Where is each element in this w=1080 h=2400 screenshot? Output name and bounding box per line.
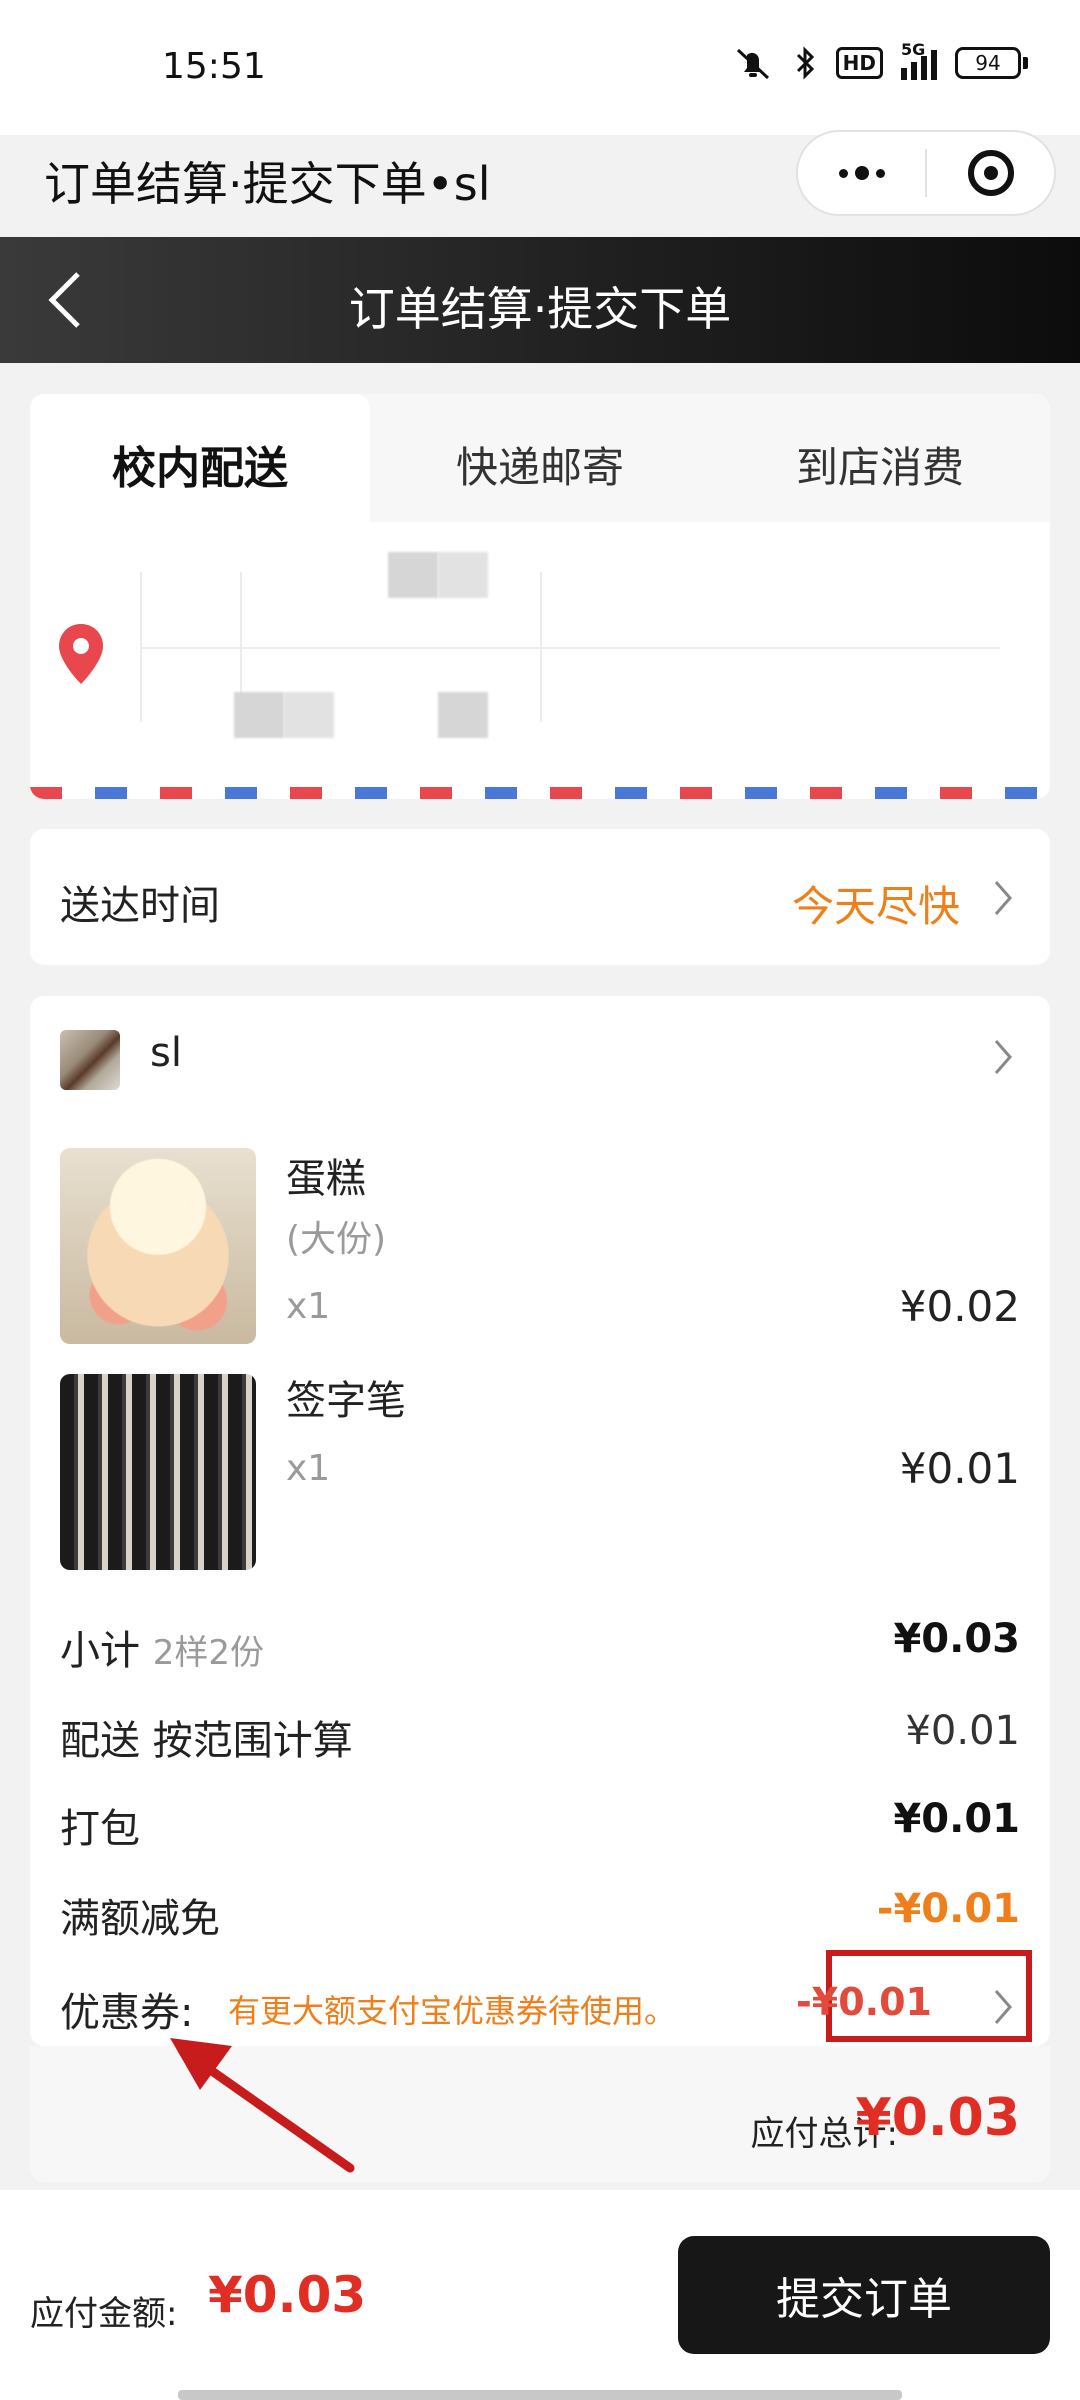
status-bar: 15:51 HD 5G 94 — [0, 0, 1080, 135]
home-indicator[interactable] — [178, 2390, 902, 2400]
status-time: 15:51 — [162, 46, 266, 87]
bottom-action-bar: 应付金额: ¥0.03 提交订单 — [0, 2190, 1080, 2400]
annotation-arrow-icon — [170, 2038, 355, 2173]
mini-program-capsule — [796, 130, 1056, 216]
address-selector[interactable] — [30, 522, 1050, 799]
coupon-chevron-right-icon[interactable] — [990, 1986, 1016, 2028]
product-quantity: x1 — [286, 1448, 331, 1489]
subtotal-label: 小计 2样2份 — [60, 1618, 264, 1676]
product-image-pens — [60, 1374, 256, 1570]
redacted-address — [140, 552, 1000, 752]
product-price: ¥0.02 — [899, 1282, 1020, 1331]
product-image-cake — [60, 1148, 256, 1344]
signal-icon: 5G — [901, 40, 937, 80]
chevron-right-icon — [994, 881, 1012, 915]
packing-fee-label: 打包 — [60, 1806, 140, 1852]
status-icons: HD 5G 94 — [728, 40, 1028, 80]
product-name: 签字笔 — [286, 1378, 406, 1424]
tab-campus-delivery[interactable]: 校内配送 — [30, 394, 370, 534]
shop-name[interactable]: sl — [150, 1030, 182, 1076]
product-price: ¥0.01 — [899, 1444, 1020, 1493]
airmail-stripe — [30, 787, 1050, 799]
delivery-fee-label: 配送 按范围计算 — [60, 1718, 353, 1764]
subtotal-value: ¥0.03 — [893, 1616, 1020, 1662]
pay-amount-label: 应付金额: — [30, 2294, 178, 2334]
coupon-value[interactable]: -¥0.01 — [796, 1980, 932, 2024]
location-pin-icon — [59, 624, 103, 684]
network-type-label: 5G — [901, 40, 926, 59]
subtotal-text: 小计 — [60, 1628, 140, 1674]
order-summary-card: sl 蛋糕 (大份) x1 ¥0.02 签字笔 x1 ¥0.01 小计 2样2份… — [30, 996, 1050, 2046]
mute-bell-icon — [728, 46, 776, 80]
mini-program-title: 订单结算·提交下单•sl — [44, 157, 491, 211]
hd-badge: HD — [835, 47, 883, 79]
delivery-time-label: 送达时间 — [60, 883, 220, 929]
shop-chevron-right-icon[interactable] — [990, 1036, 1016, 1078]
product-name: 蛋糕 — [286, 1156, 366, 1202]
page-title: 订单结算·提交下单 — [348, 282, 732, 336]
tab-express-mail[interactable]: 快递邮寄 — [370, 394, 710, 534]
battery-icon: 94 — [955, 47, 1028, 79]
more-menu-button[interactable] — [798, 132, 925, 214]
target-circle-icon — [967, 150, 1014, 196]
battery-level: 94 — [955, 47, 1021, 79]
shop-avatar — [60, 1030, 120, 1090]
full-discount-label: 满额减免 — [60, 1896, 220, 1942]
product-quantity: x1 — [286, 1286, 331, 1327]
tab-in-store[interactable]: 到店消费 — [710, 394, 1050, 534]
pay-amount-value: ¥0.03 — [208, 2266, 367, 2324]
delivery-time-row[interactable]: 送达时间 今天尽快 — [30, 829, 1050, 965]
product-spec: (大份) — [286, 1219, 387, 1260]
close-mini-program-button[interactable] — [927, 132, 1054, 214]
full-discount-value: -¥0.01 — [876, 1886, 1020, 1932]
delivery-fee-value: ¥0.01 — [905, 1708, 1020, 1754]
total-value: ¥0.03 — [855, 2088, 1020, 2148]
delivery-method-card: 校内配送 快递邮寄 到店消费 — [30, 394, 1050, 799]
delivery-time-value: 今天尽快 — [791, 882, 960, 931]
navbar: 订单结算·提交下单 — [0, 237, 1080, 363]
packing-fee-value: ¥0.01 — [893, 1796, 1020, 1842]
more-dots-icon — [838, 166, 885, 180]
subtotal-count: 2样2份 — [152, 1633, 264, 1673]
submit-order-button[interactable]: 提交订单 — [678, 2236, 1050, 2354]
bluetooth-icon — [794, 46, 818, 80]
